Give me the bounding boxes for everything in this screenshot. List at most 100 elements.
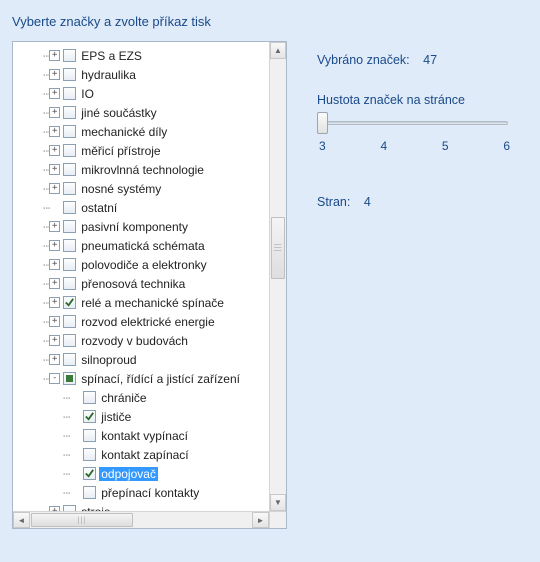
tree-row: ⋯kontakt zapínací (15, 445, 286, 464)
tree-node-label[interactable]: EPS a EZS (79, 49, 144, 63)
scroll-left-button[interactable]: ◄ (13, 512, 30, 528)
density-slider-thumb[interactable] (317, 112, 328, 134)
tree-viewport: ⋯+EPS a EZS⋯+hydraulika⋯+IO⋯+jiné součás… (13, 42, 286, 528)
tree-row: ⋯ kontakt vypínací (15, 426, 286, 445)
checkbox[interactable] (63, 277, 76, 290)
expander-icon[interactable]: + (49, 69, 60, 80)
tree-node-label[interactable]: rozvod elektrické energie (79, 315, 216, 329)
tree-row: ⋯+pasivní komponenty (15, 217, 286, 236)
vertical-scrollbar[interactable]: ▲ ▼ (269, 42, 286, 511)
tree-node-label[interactable]: polovodiče a elektronky (79, 258, 208, 272)
expander-icon[interactable]: + (49, 278, 60, 289)
checkbox[interactable] (83, 448, 96, 461)
horizontal-scroll-thumb[interactable] (31, 513, 133, 527)
checkbox[interactable] (63, 144, 76, 157)
tree-row: ⋯+hydraulika (15, 65, 286, 84)
checkbox[interactable] (63, 87, 76, 100)
vertical-scroll-track[interactable] (270, 59, 286, 494)
horizontal-scrollbar[interactable]: ◄ ► (13, 511, 269, 528)
tree-guide: ⋯ (63, 410, 69, 424)
tree-node-label[interactable]: pasivní komponenty (79, 220, 190, 234)
pages-line: Stran: 4 (317, 195, 512, 209)
tree-node-label[interactable]: nosné systémy (79, 182, 163, 196)
tree-row: ⋯+pneumatická schémata (15, 236, 286, 255)
checkbox[interactable] (63, 239, 76, 252)
checkbox[interactable] (63, 182, 76, 195)
tree-node-label[interactable]: mikrovlnná technologie (79, 163, 206, 177)
expander-icon[interactable]: + (49, 126, 60, 137)
tree-node-label[interactable]: kontakt vypínací (99, 429, 190, 443)
expander-icon[interactable]: + (49, 88, 60, 99)
tree-node-label[interactable]: přenosová technika (79, 277, 187, 291)
tree-node-label[interactable]: chrániče (99, 391, 148, 405)
tree-node-label[interactable]: ostatní (79, 201, 119, 215)
selected-count-label: Vybráno značek: (317, 53, 410, 67)
pages-value: 4 (364, 195, 371, 209)
checkbox[interactable] (83, 429, 96, 442)
expander-icon[interactable]: + (49, 240, 60, 251)
density-label: Hustota značek na stránce (317, 93, 512, 107)
checkbox[interactable] (63, 68, 76, 81)
tree-row: ⋯+nosné systémy (15, 179, 286, 198)
checkbox[interactable] (63, 163, 76, 176)
tree-node-label[interactable]: spínací, řídící a jistící zařízení (79, 372, 242, 386)
expander-icon[interactable]: + (49, 221, 60, 232)
vertical-scroll-thumb[interactable] (271, 217, 285, 279)
tree-node-label[interactable]: odpojovač (99, 467, 158, 481)
checkbox[interactable] (63, 258, 76, 271)
slider-tick-label: 6 (503, 139, 510, 153)
checkbox[interactable] (83, 391, 96, 404)
tree-node-label[interactable]: relé a mechanické spínače (79, 296, 226, 310)
checkbox[interactable] (63, 49, 76, 62)
tree-node-label[interactable]: měřicí přístroje (79, 144, 162, 158)
tree-node-label[interactable]: přepínací kontakty (99, 486, 201, 500)
checkbox[interactable] (63, 315, 76, 328)
tree-row: ⋯+polovodiče a elektronky (15, 255, 286, 274)
checkbox[interactable] (63, 296, 76, 309)
expander-icon[interactable]: + (49, 145, 60, 156)
tree-row: ⋯+mikrovlnná technologie (15, 160, 286, 179)
expander-icon[interactable]: + (49, 316, 60, 327)
tree-node-label[interactable]: IO (79, 87, 96, 101)
expander-icon[interactable]: + (49, 335, 60, 346)
tree-node-label[interactable]: silnoproud (79, 353, 138, 367)
expander-icon[interactable]: + (49, 164, 60, 175)
tree-row: ⋯+jiné součástky (15, 103, 286, 122)
scroll-down-button[interactable]: ▼ (270, 494, 286, 511)
tree-node-label[interactable]: jističe (99, 410, 133, 424)
tree-node-label[interactable]: kontakt zapínací (99, 448, 190, 462)
tree-guide: ⋯ (63, 429, 69, 443)
expander-icon[interactable]: + (49, 183, 60, 194)
checkbox[interactable] (63, 201, 76, 214)
expander-icon[interactable]: - (49, 373, 60, 384)
checkbox[interactable] (63, 372, 76, 385)
checkbox[interactable] (63, 125, 76, 138)
checkbox[interactable] (83, 467, 96, 480)
tree-node-label[interactable]: pneumatická schémata (79, 239, 206, 253)
checkbox[interactable] (63, 106, 76, 119)
scroll-up-button[interactable]: ▲ (270, 42, 286, 59)
density-slider[interactable]: 3456 (317, 121, 512, 153)
tree-node-label[interactable]: jiné součástky (79, 106, 158, 120)
tree-node-label[interactable]: rozvody v budovách (79, 334, 190, 348)
checkbox[interactable] (63, 334, 76, 347)
tree-row: ⋯ ostatní (15, 198, 286, 217)
tree-node-label[interactable]: hydraulika (79, 68, 138, 82)
tree-node-label[interactable]: mechanické díly (79, 125, 169, 139)
checkbox[interactable] (83, 486, 96, 499)
expander-icon[interactable]: + (49, 354, 60, 365)
expander-icon[interactable]: + (49, 50, 60, 61)
slider-tick-label: 3 (319, 139, 326, 153)
checkbox[interactable] (63, 220, 76, 233)
checkbox[interactable] (83, 410, 96, 423)
expander-icon[interactable]: + (49, 259, 60, 270)
checkbox[interactable] (63, 353, 76, 366)
density-slider-track[interactable] (321, 121, 508, 125)
scroll-right-button[interactable]: ► (252, 512, 269, 528)
expander-icon[interactable]: + (49, 107, 60, 118)
tree-row: ⋯+relé a mechanické spínače (15, 293, 286, 312)
expander-icon[interactable]: + (49, 297, 60, 308)
tree-guide: ⋯ (63, 486, 69, 500)
tree-guide: ⋯ (43, 201, 49, 215)
selected-count-value: 47 (423, 53, 437, 67)
